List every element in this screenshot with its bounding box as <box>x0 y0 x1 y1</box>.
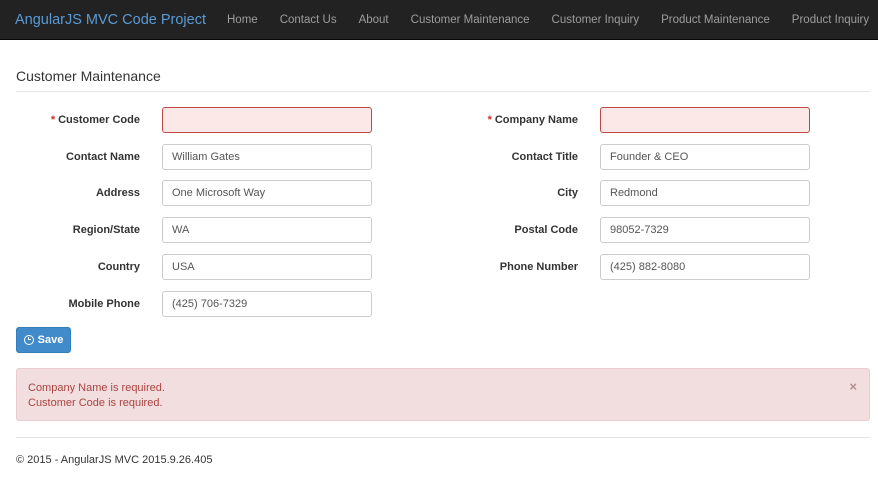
form-row-3: Address City <box>0 180 878 206</box>
address-label: Address <box>95 187 140 199</box>
nav-link-product-inquiry[interactable]: Product Inquiry <box>781 14 878 26</box>
required-marker: * <box>50 114 56 126</box>
form-row-1: * Customer Code * Company Name <box>0 107 878 133</box>
form-row-4: Region/State Postal Code <box>0 217 878 243</box>
city-label: City <box>557 187 578 199</box>
address-input[interactable] <box>162 180 372 206</box>
title-divider <box>16 91 870 92</box>
footer-text: © 2015 - AngularJS MVC 2015.9.26.405 <box>16 454 213 466</box>
required-marker: * <box>487 114 492 126</box>
nav-link-customer-inquiry[interactable]: Customer Inquiry <box>541 14 651 26</box>
country-input[interactable] <box>162 254 372 280</box>
footer-divider <box>16 437 870 438</box>
phone-number-input[interactable] <box>600 254 810 280</box>
postal-code-label: Postal Code <box>514 224 578 236</box>
nav-link-contact-us[interactable]: Contact Us <box>269 14 348 26</box>
nav-link-home[interactable]: Home <box>216 14 269 26</box>
alert-message: Customer Code is required. <box>28 397 163 409</box>
city-input[interactable] <box>600 180 810 206</box>
alert-message: Company Name is required. <box>28 382 165 394</box>
contact-title-input[interactable] <box>600 144 810 170</box>
nav-link-about[interactable]: About <box>348 14 400 26</box>
phone-number-label: Phone Number <box>499 261 578 273</box>
region-state-label: Region/State <box>72 224 140 236</box>
contact-name-input[interactable] <box>162 144 372 170</box>
close-icon[interactable]: × <box>849 379 857 394</box>
save-button-label: Save <box>37 334 64 346</box>
company-name-input[interactable] <box>600 107 810 133</box>
nav-link-customer-maintenance[interactable]: Customer Maintenance <box>400 14 541 26</box>
validation-alert: Company Name is required. Customer Code … <box>16 368 870 421</box>
company-name-label: * Company Name <box>440 107 578 133</box>
form-row-2: Contact Name Contact Title <box>0 144 878 170</box>
customer-code-label-text: Customer Code <box>58 114 140 126</box>
page-title: Customer Maintenance <box>16 68 161 84</box>
country-label: Country <box>97 261 140 273</box>
nav-link-product-maintenance[interactable]: Product Maintenance <box>650 14 781 26</box>
form-row-6: Mobile Phone <box>0 291 878 317</box>
contact-title-label: Contact Title <box>511 151 578 163</box>
form-row-5: Country Phone Number <box>0 254 878 280</box>
top-navbar: AngularJS MVC Code Project Home Contact … <box>0 0 878 40</box>
region-state-input[interactable] <box>162 217 372 243</box>
contact-name-label: Contact Name <box>66 151 140 163</box>
mobile-phone-label: Mobile Phone <box>68 298 141 310</box>
navbar-brand[interactable]: AngularJS MVC Code Project <box>15 12 206 28</box>
clock-icon <box>23 335 34 345</box>
save-button[interactable]: Save <box>16 327 71 353</box>
customer-code-label: * Customer Code <box>0 107 140 133</box>
postal-code-input[interactable] <box>600 217 810 243</box>
mobile-phone-input[interactable] <box>162 291 372 317</box>
company-name-label-text: Company Name <box>494 114 578 126</box>
customer-code-input[interactable] <box>162 107 372 133</box>
